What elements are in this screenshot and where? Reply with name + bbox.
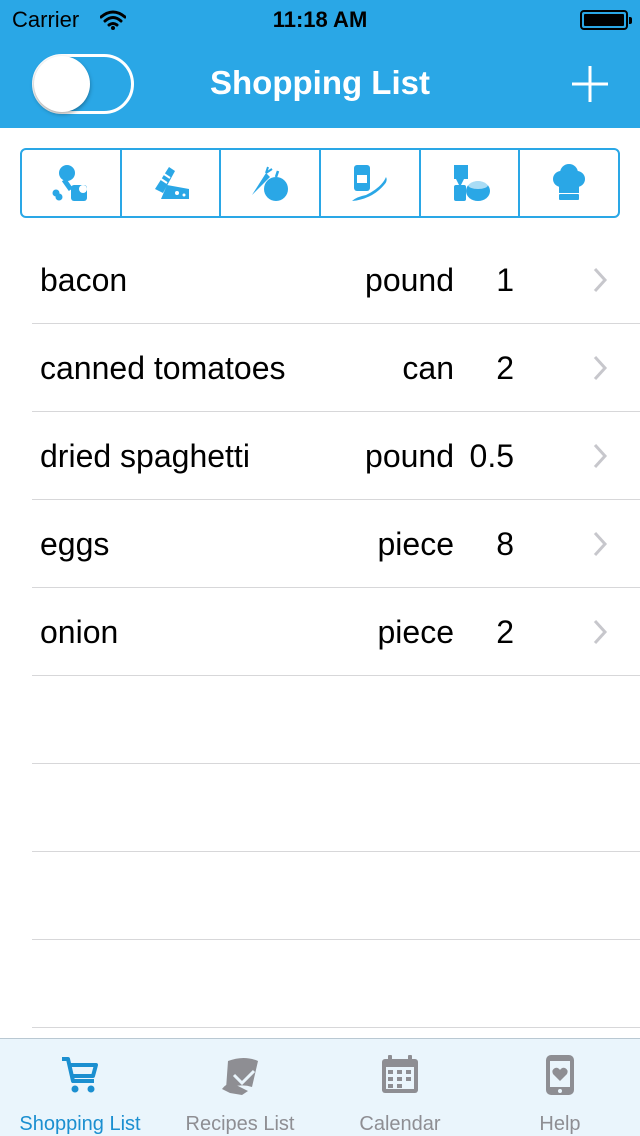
chevron-right-icon bbox=[593, 619, 608, 645]
category-canned-button[interactable] bbox=[421, 150, 521, 216]
item-unit: piece bbox=[377, 614, 455, 650]
condiments-category-icon bbox=[351, 165, 387, 201]
item-quantity: 0.5 bbox=[469, 438, 514, 474]
category-bakery-dairy-button[interactable] bbox=[122, 150, 222, 216]
help-phone-icon bbox=[546, 1055, 574, 1095]
meat-category-icon bbox=[52, 165, 87, 201]
list-item[interactable]: onion piece 2 bbox=[0, 588, 640, 676]
tab-label: Shopping List bbox=[19, 1113, 141, 1135]
status-time: 11:18 AM bbox=[272, 7, 368, 32]
list-item[interactable]: canned tomatoes can 2 bbox=[0, 324, 640, 412]
list-item[interactable]: eggs piece 8 bbox=[0, 500, 640, 588]
item-unit: pound bbox=[365, 438, 454, 474]
tab-shopping-list[interactable]: Shopping List bbox=[0, 1039, 160, 1136]
tab-calendar[interactable]: Calendar bbox=[320, 1039, 480, 1136]
category-condiments-button[interactable] bbox=[321, 150, 421, 216]
tab-label: Recipes List bbox=[185, 1113, 295, 1135]
category-filter-bar bbox=[20, 148, 620, 218]
status-bar: Carrier 11:18 AM bbox=[0, 0, 640, 40]
produce-category-icon bbox=[252, 166, 289, 201]
recipe-book-icon bbox=[222, 1058, 258, 1095]
tab-help[interactable]: Help bbox=[480, 1039, 640, 1136]
empty-row bbox=[0, 852, 640, 940]
list-item[interactable]: dried spaghetti pound 0.5 bbox=[0, 412, 640, 500]
page-title: Shopping List bbox=[210, 64, 430, 101]
chevron-right-icon bbox=[593, 443, 608, 469]
calendar-icon bbox=[382, 1055, 418, 1093]
item-name: onion bbox=[40, 614, 119, 650]
tab-label: Help bbox=[539, 1113, 581, 1135]
item-unit: can bbox=[402, 350, 454, 386]
tab-recipes-list[interactable]: Recipes List bbox=[160, 1039, 320, 1136]
category-produce-button[interactable] bbox=[221, 150, 322, 216]
item-unit: piece bbox=[377, 526, 455, 562]
empty-row bbox=[0, 676, 640, 764]
chevron-right-icon bbox=[593, 267, 608, 293]
item-name: eggs bbox=[40, 526, 110, 562]
add-item-button[interactable] bbox=[566, 60, 614, 108]
navigation-header: Carrier 11:18 AM Shopping List bbox=[0, 0, 640, 128]
item-name: dried spaghetti bbox=[40, 438, 250, 474]
empty-row bbox=[0, 940, 640, 1028]
chevron-right-icon bbox=[593, 531, 608, 557]
category-meat-button[interactable] bbox=[22, 150, 122, 216]
item-quantity: 8 bbox=[496, 526, 514, 562]
empty-row bbox=[0, 764, 640, 852]
canned-goods-category-icon bbox=[453, 165, 490, 201]
item-name: canned tomatoes bbox=[40, 350, 286, 386]
tab-bar: Shopping List Recipes List Calendar Help bbox=[0, 1038, 640, 1136]
item-quantity: 2 bbox=[496, 350, 514, 386]
item-name: bacon bbox=[40, 262, 128, 298]
chevron-right-icon bbox=[593, 355, 608, 381]
shopping-list: bacon pound 1 canned tomatoes can 2 drie… bbox=[0, 236, 640, 1028]
item-quantity: 1 bbox=[496, 262, 514, 298]
category-chef-button[interactable] bbox=[520, 150, 618, 216]
plus-icon bbox=[572, 66, 608, 102]
chef-hat-category-icon bbox=[553, 164, 586, 200]
tab-label: Calendar bbox=[359, 1113, 441, 1135]
bakery-dairy-category-icon bbox=[154, 167, 189, 199]
battery-icon bbox=[580, 10, 632, 30]
list-item[interactable]: bacon pound 1 bbox=[0, 236, 640, 324]
item-quantity: 2 bbox=[496, 614, 514, 650]
cart-icon bbox=[62, 1057, 98, 1093]
item-unit: pound bbox=[365, 262, 454, 298]
